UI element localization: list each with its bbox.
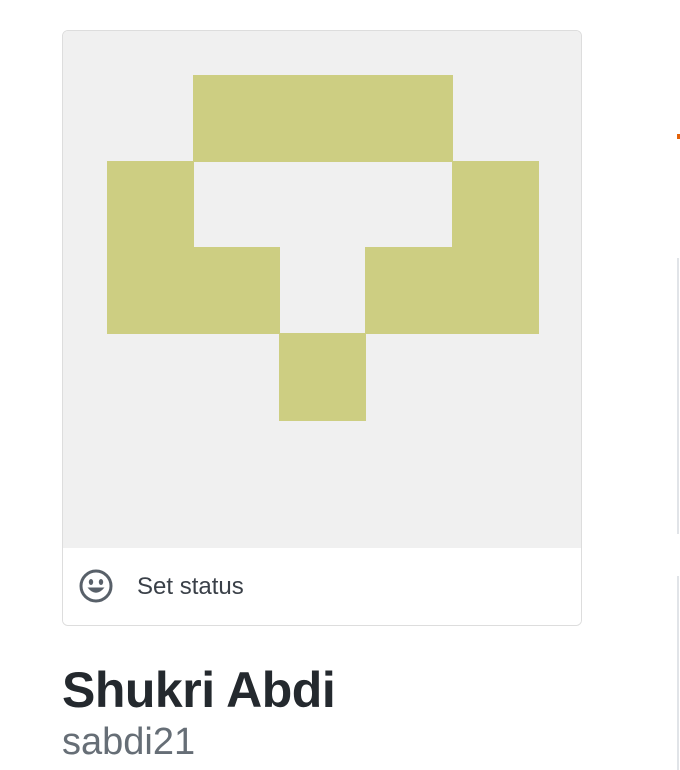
avatar-image[interactable] xyxy=(63,31,581,548)
profile-username: sabdi21 xyxy=(62,721,196,763)
set-status-label: Set status xyxy=(137,573,244,600)
profile-full-name: Shukri Abdi xyxy=(62,662,336,718)
profile-page: Set status Shukri Abdi sabdi21 xyxy=(0,0,680,770)
set-status-button[interactable]: Set status xyxy=(63,548,581,625)
avatar-card[interactable]: Set status xyxy=(62,30,582,626)
smiley-icon xyxy=(79,569,113,603)
right-panel-border xyxy=(677,258,679,534)
right-panel-border-lower xyxy=(677,576,679,770)
identicon-icon xyxy=(63,31,581,548)
